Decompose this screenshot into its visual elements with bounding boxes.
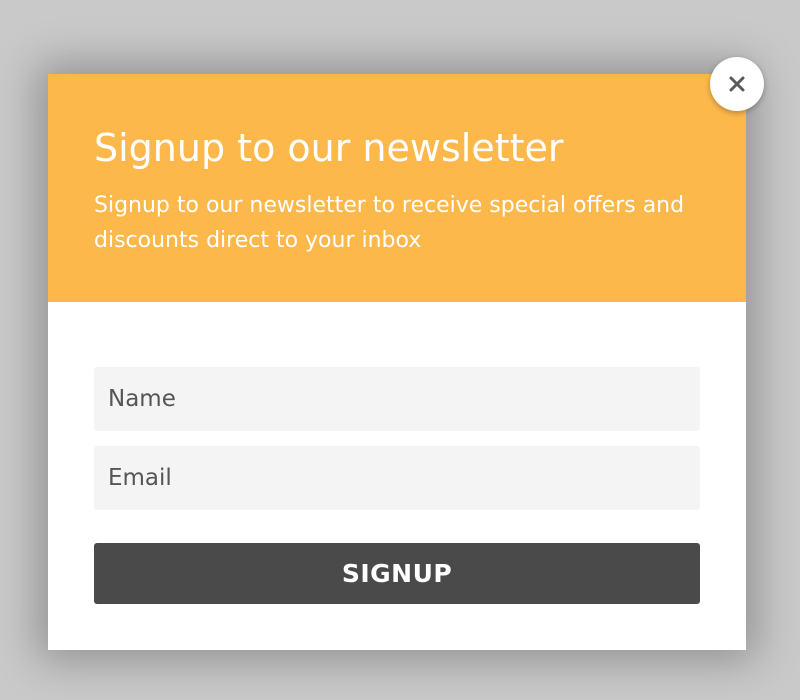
email-input[interactable] [94,446,700,510]
modal-title: Signup to our newsletter [94,126,564,170]
newsletter-modal: Signup to our newsletter Signup to our n… [48,74,746,650]
signup-button[interactable]: SIGNUP [94,543,700,604]
modal-header: Signup to our newsletter Signup to our n… [48,74,746,302]
name-input[interactable] [94,367,700,431]
close-icon [729,76,745,92]
close-button[interactable] [710,57,764,111]
modal-subtitle: Signup to our newsletter to receive spec… [94,193,685,253]
